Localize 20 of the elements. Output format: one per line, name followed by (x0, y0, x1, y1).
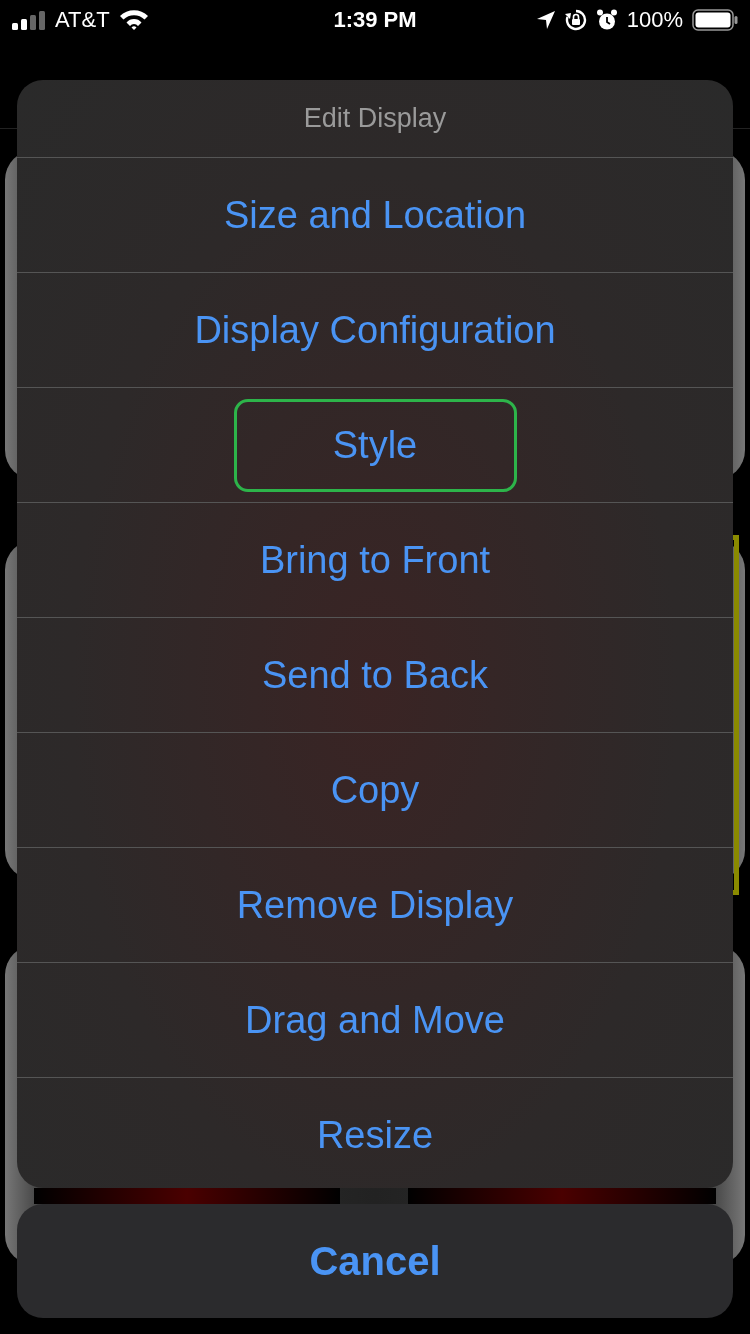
signal-icon (12, 10, 46, 30)
action-button[interactable]: Send to Back (238, 634, 511, 716)
action-button[interactable]: Copy (307, 749, 443, 831)
action-button[interactable]: Remove Display (213, 864, 537, 946)
action-button[interactable]: Drag and Move (222, 979, 528, 1061)
cancel-button[interactable]: Cancel (17, 1204, 733, 1318)
alarm-clock-icon (595, 9, 618, 31)
action-button[interactable]: Display Configuration (171, 289, 579, 371)
battery-icon (692, 9, 738, 31)
carrier-name: AT&T (55, 7, 110, 33)
action-button[interactable]: Bring to Front (236, 519, 514, 601)
wifi-icon (118, 9, 149, 31)
sheet-title: Edit Display (302, 102, 448, 135)
battery-percent: 100% (626, 7, 683, 33)
location-arrow-icon (535, 10, 556, 30)
rotation-lock-icon (564, 9, 587, 31)
action-button[interactable]: Resize (293, 1094, 457, 1176)
action-button[interactable]: Size and Location (200, 174, 550, 256)
status-time: 1:39 PM (333, 7, 417, 33)
action-button[interactable]: Style (233, 398, 517, 492)
